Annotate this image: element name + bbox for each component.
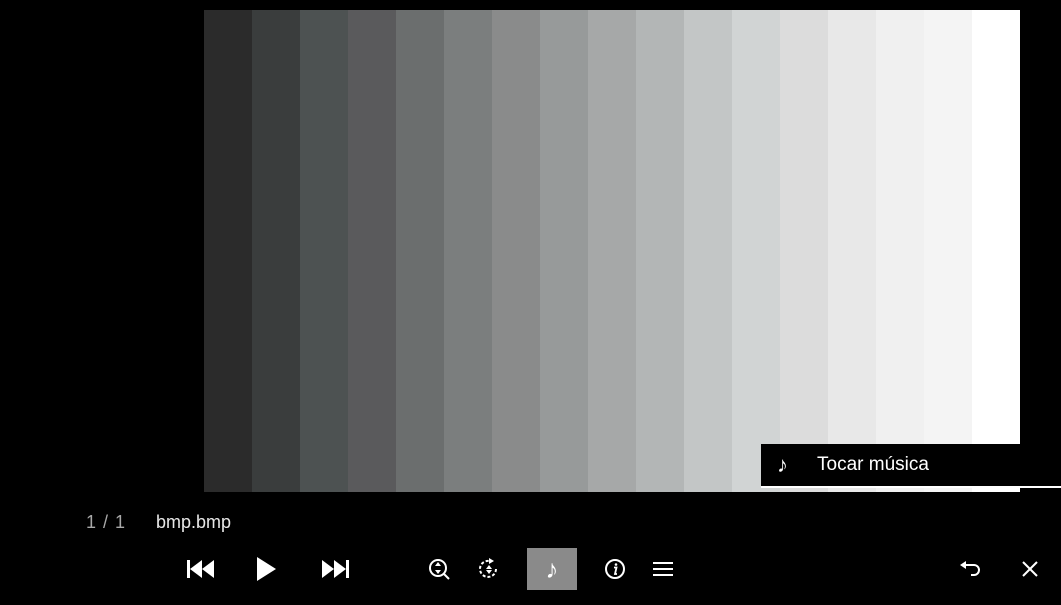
zoom-icon (429, 559, 450, 580)
gray-step-12 (732, 10, 780, 492)
gray-step-6 (444, 10, 492, 492)
tooltip-play-music: ♪ Tocar música (761, 444, 1061, 488)
gray-step-13 (780, 10, 828, 492)
music-note-icon: ♪ (777, 452, 788, 477)
back-button[interactable] (952, 548, 988, 590)
gray-step-15 (876, 10, 924, 492)
info-button[interactable] (598, 548, 632, 590)
gray-step-8 (540, 10, 588, 492)
music-note-icon: ♪ (545, 553, 559, 584)
next-button[interactable] (314, 548, 358, 590)
skip-next-icon (322, 560, 349, 578)
zoom-button[interactable] (422, 548, 456, 590)
gray-step-16 (924, 10, 972, 492)
music-button[interactable]: ♪ (527, 548, 577, 590)
media-viewer: ♪ Tocar música 1 / 1 bmp.bmp ♪ (0, 0, 1061, 605)
menu-icon (653, 562, 673, 576)
gray-step-2 (252, 10, 300, 492)
file-info: 1 / 1 bmp.bmp (86, 508, 231, 536)
info-icon (605, 559, 625, 579)
gray-step-10 (636, 10, 684, 492)
gray-step-4 (348, 10, 396, 492)
close-button[interactable] (1012, 548, 1048, 590)
menu-button[interactable] (646, 548, 680, 590)
back-icon (960, 561, 980, 576)
previous-button[interactable] (178, 548, 222, 590)
gray-step-5 (396, 10, 444, 492)
gray-step-17 (972, 10, 1020, 492)
tooltip-text: Tocar música (817, 454, 929, 475)
image-counter: 1 / 1 (86, 511, 127, 532)
file-name: bmp.bmp (156, 511, 232, 532)
rotate-icon (479, 558, 497, 578)
gray-step-7 (492, 10, 540, 492)
displayed-image (204, 10, 1020, 492)
close-icon (1022, 561, 1038, 577)
gray-step-9 (588, 10, 636, 492)
rotate-button[interactable] (472, 548, 506, 590)
gray-step-3 (300, 10, 348, 492)
skip-previous-icon (187, 560, 214, 578)
gray-step-11 (684, 10, 732, 492)
control-bar: ♪ (0, 548, 1061, 592)
gray-step-14 (828, 10, 876, 492)
play-icon (257, 557, 276, 581)
play-button[interactable] (246, 548, 286, 590)
gray-step-1 (204, 10, 252, 492)
